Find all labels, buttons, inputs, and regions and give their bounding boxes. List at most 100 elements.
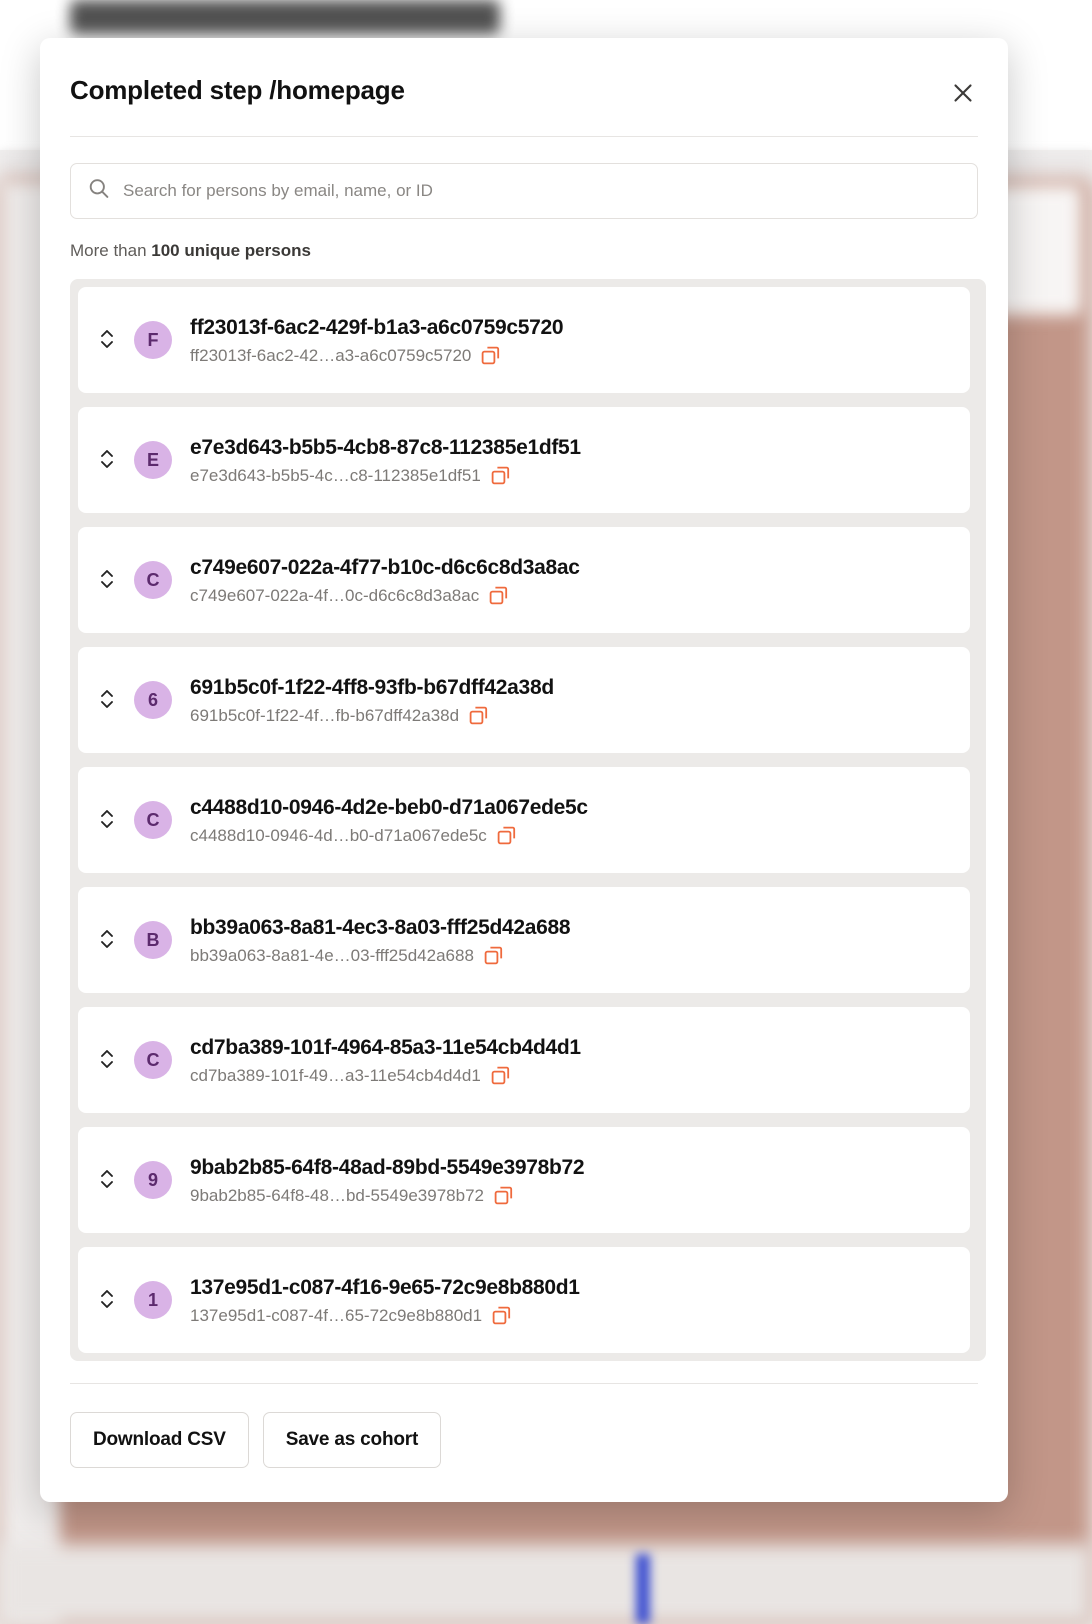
person-row[interactable]: Ee7e3d643-b5b5-4cb8-87c8-112385e1df51 e7e… xyxy=(78,407,970,513)
expand-toggle[interactable] xyxy=(92,920,122,960)
person-id-row: cd7ba389-101f-49…a3-11e54cb4d4d1 xyxy=(190,1065,952,1086)
expand-toggle[interactable] xyxy=(92,320,122,360)
avatar: F xyxy=(134,321,172,359)
copy-icon xyxy=(490,1065,511,1086)
search-input[interactable] xyxy=(70,163,978,219)
copy-id-button[interactable] xyxy=(480,345,501,366)
copy-icon xyxy=(488,585,509,606)
person-id-row: 137e95d1-c087-4f…65-72c9e8b880d1 xyxy=(190,1305,952,1326)
count-prefix: More than xyxy=(70,241,152,260)
page-title: Completed step /homepage xyxy=(70,75,405,105)
person-row[interactable]: 6 691b5c0f-1f22-4ff8-93fb-b67dff42a38d 691… xyxy=(78,647,970,753)
expand-toggle[interactable] xyxy=(92,800,122,840)
backdrop-title-blur xyxy=(70,0,500,34)
person-id-row: c4488d10-0946-4d…b0-d71a067ede5c xyxy=(190,825,952,846)
copy-id-button[interactable] xyxy=(493,1185,514,1206)
expand-toggle[interactable] xyxy=(92,680,122,720)
search-container xyxy=(70,163,978,219)
avatar: E xyxy=(134,441,172,479)
close-button[interactable] xyxy=(946,76,980,110)
person-info: ff23013f-6ac2-429f-b1a3-a6c0759c5720 ff23… xyxy=(190,314,952,366)
completed-step-modal: Completed step /homepage More than 100 u… xyxy=(40,38,1008,1502)
expand-toggle[interactable] xyxy=(92,560,122,600)
person-name: c4488d10-0946-4d2e-beb0-d71a067ede5c xyxy=(190,795,588,819)
person-id-row: e7e3d643-b5b5-4c…c8-112385e1df51 xyxy=(190,465,952,486)
person-row[interactable]: Ccd7ba389-101f-4964-85a3-11e54cb4d4d1 cd7… xyxy=(78,1007,970,1113)
chevron-up-down-icon xyxy=(98,566,116,595)
person-row[interactable]: Cc4488d10-0946-4d2e-beb0-d71a067ede5c c44… xyxy=(78,767,970,873)
copy-id-button[interactable] xyxy=(491,1305,512,1326)
person-name: ff23013f-6ac2-429f-b1a3-a6c0759c5720 xyxy=(190,315,564,339)
person-info: bb39a063-8a81-4ec3-8a03-fff25d42a688 bb39… xyxy=(190,914,952,966)
person-row[interactable]: Fff23013f-6ac2-429f-b1a3-a6c0759c5720 ff2… xyxy=(78,287,970,393)
person-name: bb39a063-8a81-4ec3-8a03-fff25d42a688 xyxy=(190,915,571,939)
copy-id-button[interactable] xyxy=(490,465,511,486)
save-as-cohort-button[interactable]: Save as cohort xyxy=(262,1412,442,1468)
avatar: C xyxy=(134,801,172,839)
copy-icon xyxy=(483,945,504,966)
chevron-up-down-icon xyxy=(98,1286,116,1315)
copy-icon xyxy=(493,1185,514,1206)
person-id-row: 691b5c0f-1f22-4f…fb-b67dff42a38d xyxy=(190,705,952,726)
person-name: 9bab2b85-64f8-48ad-89bd-5549e3978b72 xyxy=(190,1155,585,1179)
person-id: c4488d10-0946-4d…b0-d71a067ede5c xyxy=(190,825,487,845)
person-id: e7e3d643-b5b5-4c…c8-112385e1df51 xyxy=(190,465,481,485)
person-id-row: bb39a063-8a81-4e…03-fff25d42a688 xyxy=(190,945,952,966)
expand-toggle[interactable] xyxy=(92,1040,122,1080)
person-row[interactable]: Cc749e607-022a-4f77-b10c-d6c6c8d3a8ac c74… xyxy=(78,527,970,633)
chevron-up-down-icon xyxy=(98,926,116,955)
person-id: cd7ba389-101f-49…a3-11e54cb4d4d1 xyxy=(190,1065,481,1085)
chevron-up-down-icon xyxy=(98,446,116,475)
header-divider xyxy=(70,136,978,137)
unique-persons-count: More than 100 unique persons xyxy=(70,241,978,261)
person-row[interactable]: Bbb39a063-8a81-4ec3-8a03-fff25d42a688 bb3… xyxy=(78,887,970,993)
person-info: c749e607-022a-4f77-b10c-d6c6c8d3a8ac c749… xyxy=(190,554,952,606)
backdrop-blue-accent xyxy=(636,1554,650,1624)
avatar: 9 xyxy=(134,1161,172,1199)
avatar: C xyxy=(134,1041,172,1079)
chevron-up-down-icon xyxy=(98,1166,116,1195)
copy-id-button[interactable] xyxy=(483,945,504,966)
person-info: 9bab2b85-64f8-48ad-89bd-5549e3978b72 9bab… xyxy=(190,1154,952,1206)
copy-id-button[interactable] xyxy=(488,585,509,606)
download-csv-button[interactable]: Download CSV xyxy=(70,1412,249,1468)
backdrop-bottom-bar xyxy=(0,1544,1092,1624)
person-info: e7e3d643-b5b5-4cb8-87c8-112385e1df51 e7e3… xyxy=(190,434,952,486)
copy-id-button[interactable] xyxy=(496,825,517,846)
chevron-up-down-icon xyxy=(98,806,116,835)
person-id: bb39a063-8a81-4e…03-fff25d42a688 xyxy=(190,945,474,965)
person-id: 137e95d1-c087-4f…65-72c9e8b880d1 xyxy=(190,1305,483,1325)
count-value: 100 unique persons xyxy=(151,241,311,260)
person-row[interactable]: 1 137e95d1-c087-4f16-9e65-72c9e8b880d1 137… xyxy=(78,1247,970,1353)
copy-id-button[interactable] xyxy=(468,705,489,726)
person-name: 137e95d1-c087-4f16-9e65-72c9e8b880d1 xyxy=(190,1275,580,1299)
persons-list-container: Fff23013f-6ac2-429f-b1a3-a6c0759c5720 ff2… xyxy=(70,279,986,1361)
copy-icon xyxy=(480,345,501,366)
person-name: cd7ba389-101f-4964-85a3-11e54cb4d4d1 xyxy=(190,1035,581,1059)
person-name: c749e607-022a-4f77-b10c-d6c6c8d3a8ac xyxy=(190,555,580,579)
person-id-row: c749e607-022a-4f…0c-d6c6c8d3a8ac xyxy=(190,585,952,606)
person-row[interactable]: 9 9bab2b85-64f8-48ad-89bd-5549e3978b72 9ba… xyxy=(78,1127,970,1233)
person-info: 137e95d1-c087-4f16-9e65-72c9e8b880d1 137e… xyxy=(190,1274,952,1326)
chevron-up-down-icon xyxy=(98,326,116,355)
person-id-row: 9bab2b85-64f8-48…bd-5549e3978b72 xyxy=(190,1185,952,1206)
avatar: 1 xyxy=(134,1281,172,1319)
person-id: ff23013f-6ac2-42…a3-a6c0759c5720 xyxy=(190,345,472,365)
modal-header: Completed step /homepage xyxy=(40,38,1008,110)
person-id-row: ff23013f-6ac2-42…a3-a6c0759c5720 xyxy=(190,345,952,366)
chevron-up-down-icon xyxy=(98,686,116,715)
copy-icon xyxy=(491,1305,512,1326)
persons-list-scroll[interactable]: Fff23013f-6ac2-429f-b1a3-a6c0759c5720 ff2… xyxy=(78,287,976,1353)
person-id: 9bab2b85-64f8-48…bd-5549e3978b72 xyxy=(190,1185,484,1205)
avatar: 6 xyxy=(134,681,172,719)
avatar: B xyxy=(134,921,172,959)
expand-toggle[interactable] xyxy=(92,440,122,480)
person-id: 691b5c0f-1f22-4f…fb-b67dff42a38d xyxy=(190,705,460,725)
copy-id-button[interactable] xyxy=(490,1065,511,1086)
copy-icon xyxy=(468,705,489,726)
chevron-up-down-icon xyxy=(98,1046,116,1075)
expand-toggle[interactable] xyxy=(92,1160,122,1200)
copy-icon xyxy=(490,465,511,486)
person-name: e7e3d643-b5b5-4cb8-87c8-112385e1df51 xyxy=(190,435,581,459)
expand-toggle[interactable] xyxy=(92,1280,122,1320)
